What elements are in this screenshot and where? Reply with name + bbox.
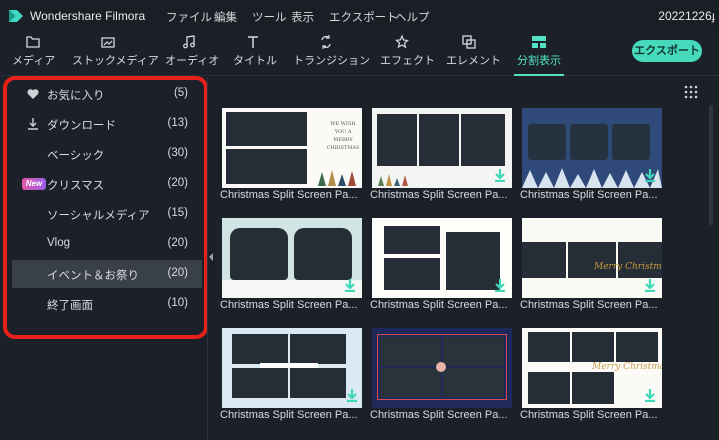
transition-icon bbox=[321, 35, 331, 49]
title-bar: Wondershare Filmora ファイル 編集 ツール 表示 エクスポー… bbox=[0, 0, 719, 32]
text-t-icon bbox=[248, 36, 258, 48]
template-title: Christmas Split Screen Pa... bbox=[520, 299, 658, 311]
category-sidebar: お気に入り (5) ダウンロード (13) ベーシック (30) New クリス… bbox=[0, 77, 205, 440]
new-badge: New bbox=[22, 178, 46, 190]
tab-effects[interactable]: エフェクト bbox=[380, 32, 435, 76]
download-icon bbox=[495, 169, 505, 182]
template-thumbnail: WE WISH YOU A MERRY CHRISTMAS bbox=[222, 108, 362, 188]
template-thumbnail bbox=[222, 218, 362, 298]
template-thumbnail: Merry Christmas bbox=[522, 328, 662, 408]
menu-export[interactable]: エクスポート bbox=[329, 9, 398, 25]
template-thumbnail bbox=[522, 108, 662, 188]
split-screen-icon bbox=[532, 36, 546, 48]
template-title: Christmas Split Screen Pa... bbox=[370, 409, 508, 421]
template-thumbnail bbox=[222, 328, 362, 408]
thumbnail-caption: WE WISH YOU A MERRY CHRISTMAS bbox=[326, 121, 360, 151]
tab-elements[interactable]: エレメント bbox=[446, 32, 501, 76]
app-name: Wondershare Filmora bbox=[30, 9, 146, 23]
grid-view-icon[interactable] bbox=[684, 85, 698, 99]
effects-star-icon bbox=[395, 34, 409, 49]
download-icon bbox=[645, 279, 655, 292]
sidebar-item-basic[interactable]: ベーシック (30) bbox=[12, 140, 202, 168]
folder-icon bbox=[26, 36, 40, 48]
download-icon bbox=[345, 279, 355, 292]
template-thumbnail: Merry Christmas bbox=[522, 218, 662, 298]
template-title: Christmas Split Screen Pa... bbox=[220, 409, 358, 421]
download-icon bbox=[347, 389, 357, 402]
template-thumbnail bbox=[372, 108, 512, 188]
menu-help[interactable]: ヘルプ bbox=[395, 9, 430, 25]
heart-icon bbox=[27, 89, 39, 99]
tab-media[interactable]: メディア bbox=[12, 32, 55, 76]
menu-file[interactable]: ファイル bbox=[166, 9, 212, 25]
menu-edit[interactable]: 編集 bbox=[214, 9, 237, 25]
template-thumbnail bbox=[372, 328, 512, 408]
download-icon bbox=[495, 279, 505, 292]
export-button[interactable]: エクスポート bbox=[632, 40, 702, 62]
tab-split-screen[interactable]: 分割表示 bbox=[514, 32, 564, 76]
filmora-logo-icon bbox=[9, 10, 23, 22]
tab-stock-media[interactable]: ストックメディア bbox=[72, 32, 159, 76]
template-title: Christmas Split Screen Pa... bbox=[220, 299, 358, 311]
tab-audio[interactable]: オーディオ bbox=[165, 32, 219, 76]
elements-icon bbox=[462, 35, 476, 49]
tab-transitions[interactable]: トランジション bbox=[293, 32, 370, 76]
sidebar-item-favorites[interactable]: お気に入り (5) bbox=[12, 80, 202, 108]
music-note-icon bbox=[183, 35, 195, 49]
thumbnail-caption: Merry Christmas bbox=[594, 262, 662, 272]
active-tab-indicator bbox=[514, 74, 564, 76]
sidebar-item-downloads[interactable]: ダウンロード (13) bbox=[12, 110, 202, 138]
menu-tools[interactable]: ツール bbox=[252, 9, 287, 25]
project-name: 20221226ɟ bbox=[658, 9, 715, 23]
download-icon bbox=[645, 389, 655, 402]
collapse-sidebar-icon[interactable] bbox=[208, 252, 214, 262]
sidebar-item-vlog[interactable]: Vlog (20) bbox=[12, 230, 202, 258]
template-title: Christmas Split Screen Pa... bbox=[520, 189, 658, 201]
template-title: Christmas Split Screen Pa... bbox=[370, 189, 508, 201]
main-toolbar: メディア ストックメディア オーディオ タイトル トランジション エフェクト エ… bbox=[0, 32, 719, 76]
sidebar-item-social-media[interactable]: ソーシャルメディア (15) bbox=[12, 200, 202, 228]
template-title: Christmas Split Screen Pa... bbox=[220, 189, 358, 201]
download-icon bbox=[28, 118, 38, 130]
content-scrollbar[interactable] bbox=[709, 105, 713, 225]
sidebar-item-events[interactable]: イベント＆お祭り (20) bbox=[12, 260, 202, 288]
template-thumbnail bbox=[372, 218, 512, 298]
download-icon bbox=[645, 169, 655, 182]
tab-titles[interactable]: タイトル bbox=[233, 32, 277, 76]
stock-media-icon bbox=[101, 37, 115, 48]
sidebar-item-end-screen[interactable]: 終了画面 (10) bbox=[12, 290, 202, 318]
thumbnail-caption: Merry Christmas bbox=[592, 362, 662, 372]
template-title: Christmas Split Screen Pa... bbox=[370, 299, 508, 311]
template-title: Christmas Split Screen Pa... bbox=[520, 409, 658, 421]
sidebar-item-christmas[interactable]: New クリスマス (20) bbox=[12, 170, 202, 198]
filmora-window: Wondershare Filmora ファイル 編集 ツール 表示 エクスポー… bbox=[0, 0, 719, 440]
menu-view[interactable]: 表示 bbox=[291, 9, 314, 25]
